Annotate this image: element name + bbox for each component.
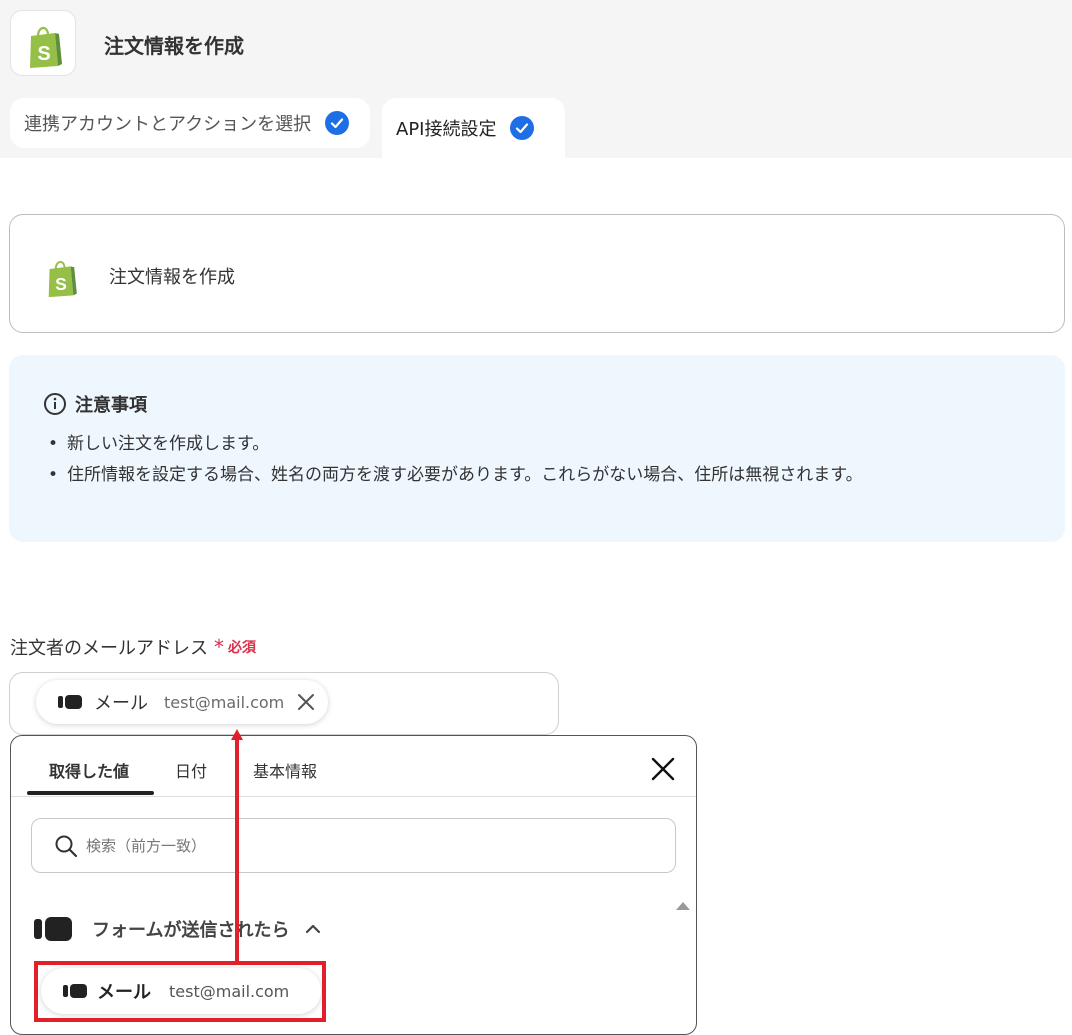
annotation-arrow bbox=[235, 738, 239, 962]
notice-box: 注意事項 新しい注文を作成します。 住所情報を設定する場合、姓名の両方を渡す必要… bbox=[9, 355, 1065, 542]
svg-text:S: S bbox=[37, 43, 50, 65]
tab-label: 連携アカウントとアクションを選択 bbox=[24, 114, 312, 135]
page-title: 注文情報を作成 bbox=[104, 34, 244, 58]
field-label-text: 注文者のメールアドレス bbox=[10, 638, 208, 659]
yoom-logo-icon bbox=[34, 916, 72, 942]
tab-label: API接続設定 bbox=[396, 119, 497, 140]
yoom-logo-icon bbox=[58, 694, 82, 710]
tab-fetched-values[interactable]: 取得した値 bbox=[49, 758, 129, 782]
shopify-bag-icon: S bbox=[48, 260, 77, 298]
tab-basic-info[interactable]: 基本情報 bbox=[253, 758, 317, 782]
shopify-bag-icon: S bbox=[30, 26, 62, 68]
tab-date[interactable]: 日付 bbox=[175, 758, 207, 782]
top-bar: S 注文情報を作成 連携アカウントとアクションを選択 API接続設定 bbox=[0, 0, 1072, 158]
highlight-box bbox=[34, 961, 326, 1022]
email-field-label: 注文者のメールアドレス * 必須 bbox=[10, 634, 256, 660]
picker-tabs: 取得した値 日付 基本情報 bbox=[11, 736, 696, 797]
value-chip[interactable]: メール test@mail.com bbox=[36, 680, 329, 724]
close-icon[interactable] bbox=[650, 756, 676, 782]
group-label: フォームが送信されたら bbox=[92, 920, 290, 941]
check-icon bbox=[510, 116, 535, 140]
scroll-up-arrow-icon[interactable] bbox=[676, 902, 690, 910]
tab-api-settings[interactable]: API接続設定 bbox=[382, 98, 565, 158]
required-mark: * bbox=[214, 635, 224, 659]
notice-heading: 注意事項 bbox=[43, 391, 147, 417]
tab-account-action[interactable]: 連携アカウントとアクションを選択 bbox=[10, 98, 370, 148]
svg-text:S: S bbox=[55, 274, 67, 294]
search-placeholder: 検索（前方一致） bbox=[86, 837, 207, 855]
check-icon bbox=[325, 111, 350, 135]
notice-heading-text: 注意事項 bbox=[75, 395, 147, 416]
group-form-submitted[interactable]: フォームが送信されたら bbox=[34, 916, 321, 942]
action-title: 注文情報を作成 bbox=[109, 267, 235, 288]
action-card: S 注文情報を作成 bbox=[9, 214, 1065, 333]
info-icon bbox=[44, 393, 66, 415]
search-input[interactable]: 検索（前方一致） bbox=[31, 818, 676, 873]
chip-value: test@mail.com bbox=[164, 692, 285, 712]
annotation-arrowhead bbox=[231, 729, 243, 740]
app-icon-box: S bbox=[10, 10, 76, 76]
active-tab-indicator bbox=[27, 791, 154, 795]
search-icon bbox=[55, 835, 78, 857]
notice-list: 新しい注文を作成します。 住所情報を設定する場合、姓名の両方を渡す必要があります… bbox=[67, 429, 863, 491]
list-item: 新しい注文を作成します。 bbox=[67, 429, 863, 460]
list-item: 住所情報を設定する場合、姓名の両方を渡す必要があります。これらがない場合、住所は… bbox=[67, 460, 863, 491]
chevron-up-icon bbox=[306, 924, 321, 934]
close-icon[interactable] bbox=[294, 690, 318, 714]
chip-name: メール bbox=[94, 693, 148, 714]
required-text: 必須 bbox=[228, 640, 256, 656]
